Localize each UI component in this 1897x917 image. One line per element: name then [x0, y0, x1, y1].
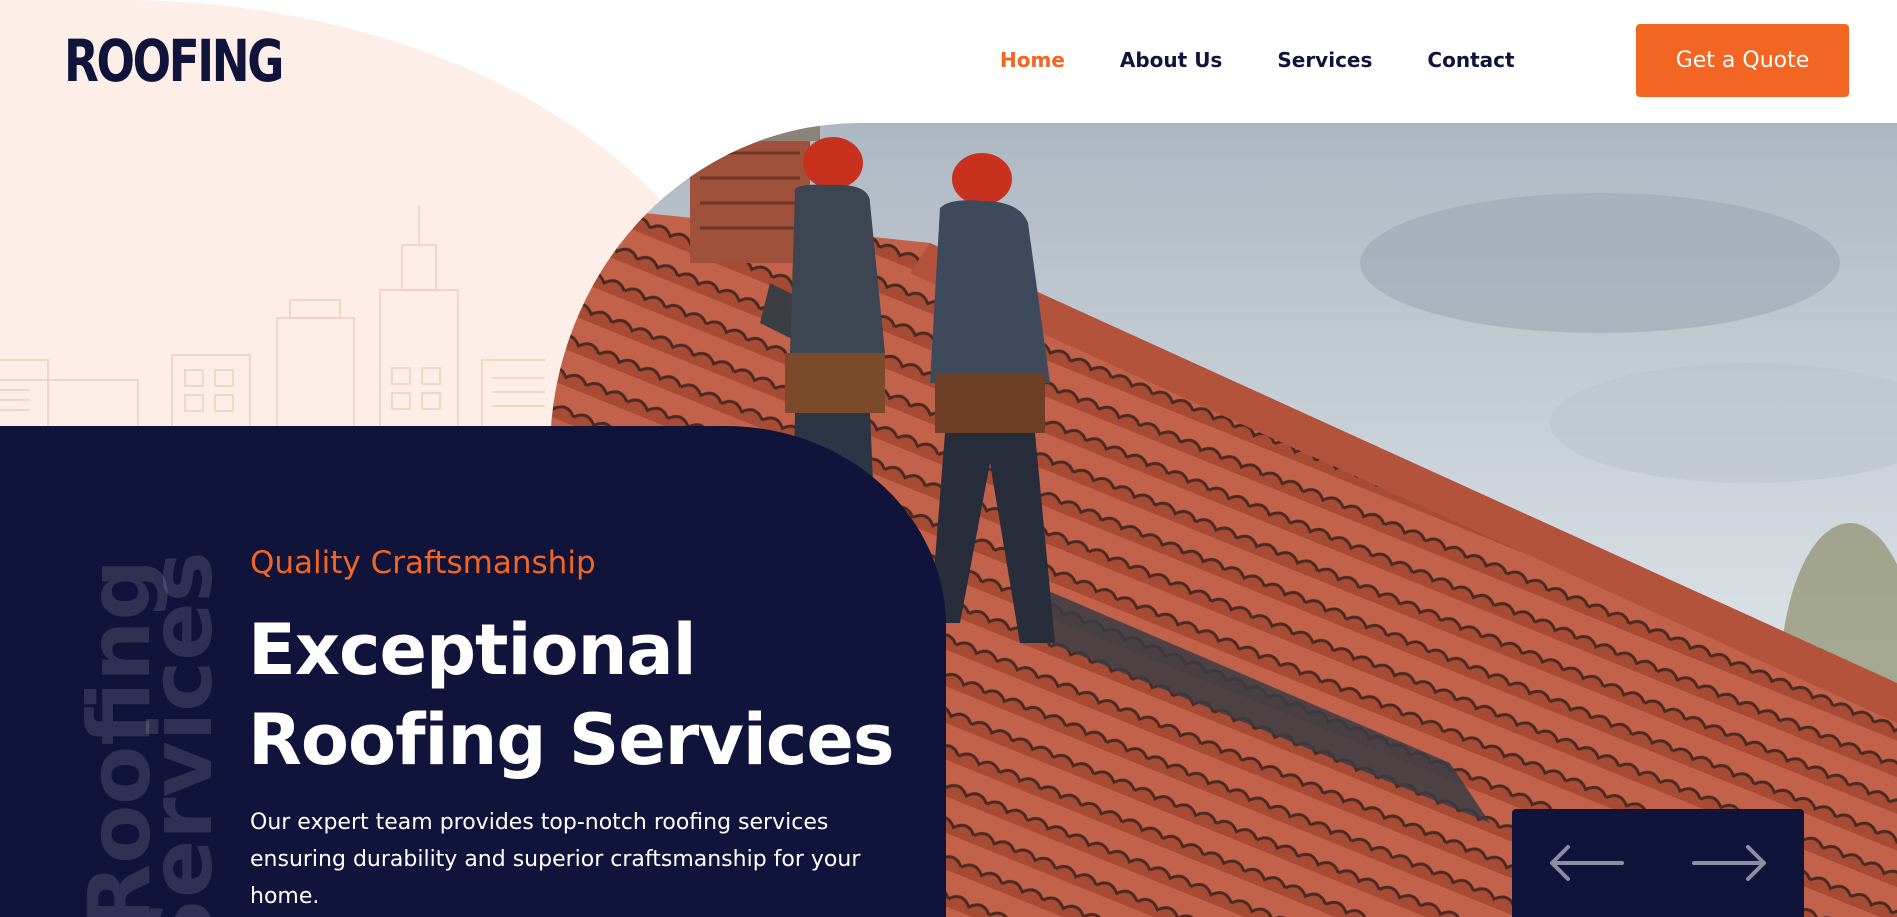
hero-headline: Exceptional Roofing Services: [248, 605, 928, 785]
get-a-quote-button[interactable]: Get a Quote: [1636, 24, 1849, 97]
site-logo[interactable]: ROOFING: [64, 26, 284, 96]
arrow-right-icon: [1692, 845, 1766, 881]
hero-headline-line-1: Exceptional: [248, 609, 697, 691]
nav-link-about-us[interactable]: About Us: [1120, 48, 1222, 72]
nav-link-services[interactable]: Services: [1277, 48, 1372, 72]
slider-prev-button[interactable]: [1546, 839, 1626, 887]
decorative-vertical-text: Services: [132, 551, 232, 917]
hero-description: Our expert team provides top-notch roofi…: [250, 810, 861, 909]
nav-link-home[interactable]: Home: [1000, 48, 1065, 72]
hero-headline-line-2: Roofing Services: [248, 699, 895, 781]
arrow-left-icon: [1550, 845, 1624, 881]
slider-next-button[interactable]: [1690, 839, 1770, 887]
hero-eyebrow: Quality Craftsmanship: [250, 545, 596, 581]
slider-controls: [1512, 809, 1804, 917]
nav-link-contact[interactable]: Contact: [1427, 48, 1514, 72]
main-navigation: Home About Us Services Contact: [1000, 40, 1515, 80]
city-skyline-illustration: [0, 205, 545, 429]
